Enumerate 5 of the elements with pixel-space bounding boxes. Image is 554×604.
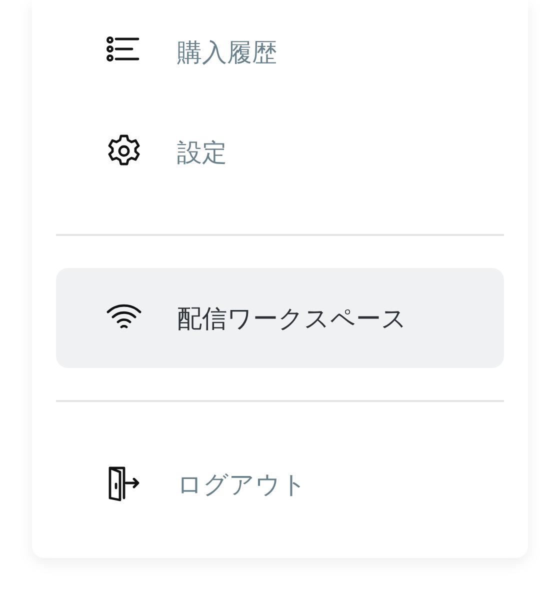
menu-item[interactable]: 設定 bbox=[56, 102, 504, 202]
menu-item[interactable]: ログアウト bbox=[56, 434, 504, 534]
menu-item[interactable]: 購入履歴 bbox=[56, 2, 504, 102]
menu-item[interactable]: 配信ワークスペース bbox=[56, 268, 504, 368]
door-icon bbox=[106, 466, 142, 502]
